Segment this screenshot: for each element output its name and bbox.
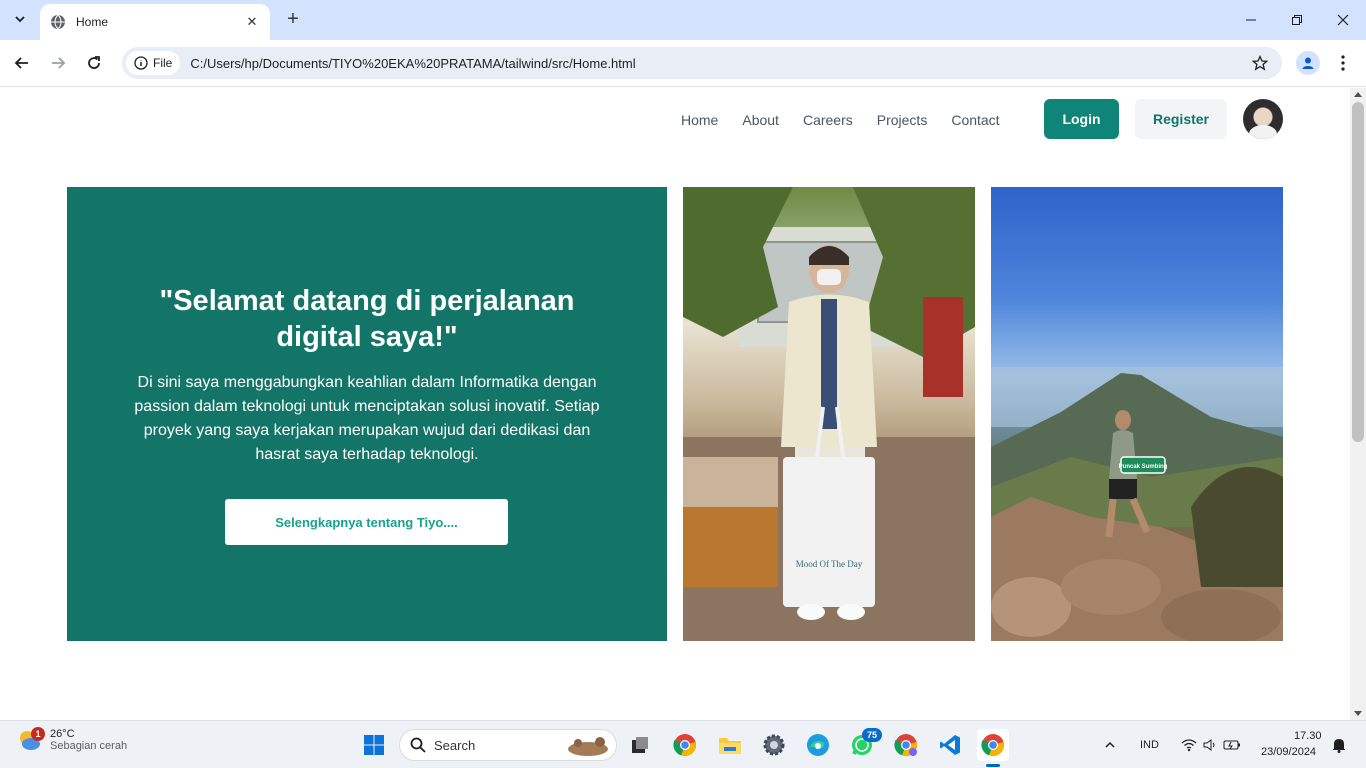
taskbar-vscode[interactable]	[934, 729, 966, 761]
search-highlight-otter-icon	[568, 737, 608, 756]
back-button[interactable]	[9, 50, 35, 76]
windows-taskbar: 26°C Sebagian cerah 1 Search 75 IND 17.3…	[0, 720, 1366, 768]
url-text[interactable]: C:/Users/hp/Documents/TIYO%20EKA%20PRATA…	[190, 56, 1252, 71]
task-view-icon	[632, 737, 648, 753]
active-app-indicator	[986, 764, 1000, 767]
arrow-right-icon	[52, 57, 66, 69]
photo-mountain-illustration: Puncak Sumbing	[991, 367, 1283, 641]
scroll-thumb[interactable]	[1352, 102, 1364, 442]
restore-icon	[1292, 15, 1302, 25]
hero-description: Di sini saya menggabungkan keahlian dala…	[134, 374, 600, 463]
reload-icon	[88, 56, 100, 69]
chevron-down-icon	[15, 16, 25, 23]
site-info-chip[interactable]: File	[126, 51, 181, 75]
photo-graduation-illustration: Mood Of The Day	[683, 187, 975, 641]
taskbar-chrome-active[interactable]	[977, 729, 1009, 761]
bell-icon	[1333, 739, 1345, 753]
battery-icon	[1223, 740, 1240, 750]
show-hidden-icons-button[interactable]	[1096, 729, 1124, 761]
nav-link-home[interactable]: Home	[681, 111, 718, 129]
scroll-up-arrow-icon[interactable]	[1354, 92, 1362, 97]
about-tiyo-button[interactable]: Selengkapnya tentang Tiyo....	[225, 499, 508, 545]
globe-icon	[51, 14, 65, 30]
browser-toolbar: File C:/Users/hp/Documents/TIYO%20EKA%20…	[0, 40, 1366, 87]
windows-logo-icon	[364, 735, 384, 755]
reload-button[interactable]	[81, 50, 107, 76]
taskbar-edge[interactable]	[802, 729, 834, 761]
hero-panel: "Selamat datang di perjalanan digital sa…	[67, 187, 667, 641]
search-label: Search	[434, 737, 476, 753]
clock-date[interactable]: 23/09/2024	[1261, 746, 1316, 758]
close-icon	[1337, 14, 1349, 26]
clock-time[interactable]: 17.30	[1294, 730, 1322, 742]
info-icon	[134, 56, 148, 70]
forward-button[interactable]	[45, 50, 71, 76]
nav-link-contact[interactable]: Contact	[951, 111, 999, 129]
scroll-down-arrow-icon[interactable]	[1354, 711, 1362, 716]
start-button[interactable]	[358, 729, 390, 761]
photo-mountain: Puncak Sumbing	[991, 187, 1283, 641]
chrome-icon	[673, 734, 696, 757]
restore-button[interactable]	[1274, 8, 1320, 32]
summit-sign-text: Puncak Sumbing	[1119, 464, 1168, 470]
taskbar-chrome-2[interactable]	[890, 729, 922, 761]
tab-title: Home	[76, 15, 109, 29]
hero-title: "Selamat datang di perjalanan digital sa…	[159, 285, 575, 353]
weather-description: Sebagian cerah	[50, 740, 128, 752]
minimize-button[interactable]	[1228, 8, 1274, 32]
task-view-button[interactable]	[624, 729, 656, 761]
nav-link-about[interactable]: About	[742, 111, 779, 129]
chevron-up-icon	[1105, 741, 1115, 748]
browser-title-bar: Home ✕ +	[0, 0, 1366, 40]
quick-settings-button[interactable]	[1176, 729, 1246, 761]
notifications-button[interactable]	[1328, 729, 1350, 761]
browser-menu-button[interactable]	[1334, 51, 1352, 75]
user-avatar[interactable]	[1243, 99, 1283, 139]
taskbar-file-explorer[interactable]	[714, 729, 746, 761]
taskbar-settings[interactable]	[758, 729, 790, 761]
browser-tab-home[interactable]: Home ✕	[40, 4, 270, 40]
tab-close-icon[interactable]: ✕	[244, 14, 260, 30]
more-vertical-icon	[1341, 55, 1345, 71]
volume-icon	[1203, 739, 1215, 751]
whatsapp-badge: 75	[862, 728, 882, 742]
weather-temperature: 26°C	[50, 728, 75, 740]
address-bar[interactable]: File C:/Users/hp/Documents/TIYO%20EKA%20…	[122, 47, 1282, 79]
site-navigation: Home About Careers Projects Contact	[681, 111, 1024, 129]
person-icon	[1302, 57, 1314, 69]
nav-link-projects[interactable]: Projects	[877, 111, 928, 129]
taskbar-search[interactable]: Search	[399, 729, 617, 761]
tab-search-button[interactable]	[8, 7, 32, 31]
input-language[interactable]: IND	[1140, 739, 1159, 751]
search-icon	[410, 737, 426, 753]
vscode-icon	[940, 735, 960, 755]
nav-link-careers[interactable]: Careers	[803, 111, 853, 129]
taskbar-chrome-1[interactable]	[669, 729, 701, 761]
edge-icon	[807, 734, 829, 756]
page-scrollbar[interactable]	[1350, 88, 1366, 720]
gear-icon	[763, 734, 785, 756]
register-button[interactable]: Register	[1135, 99, 1227, 139]
folder-icon	[719, 738, 741, 754]
new-tab-button[interactable]: +	[283, 9, 303, 31]
bookmark-star-icon[interactable]	[1252, 55, 1268, 71]
wifi-icon	[1181, 739, 1197, 752]
tote-bag-text: Mood Of The Day	[796, 559, 863, 569]
chrome-profile-icon	[894, 734, 917, 757]
page-viewport: Home About Careers Projects Contact Logi…	[0, 88, 1350, 720]
weather-badge: 1	[31, 727, 45, 741]
login-button[interactable]: Login	[1044, 99, 1119, 139]
site-info-label: File	[153, 56, 173, 70]
close-window-button[interactable]	[1320, 8, 1366, 32]
chrome-active-icon	[981, 734, 1004, 757]
minimize-icon	[1246, 19, 1256, 21]
arrow-left-icon	[14, 57, 28, 69]
profile-button[interactable]	[1296, 51, 1320, 75]
photo-graduation: Mood Of The Day	[683, 187, 975, 641]
